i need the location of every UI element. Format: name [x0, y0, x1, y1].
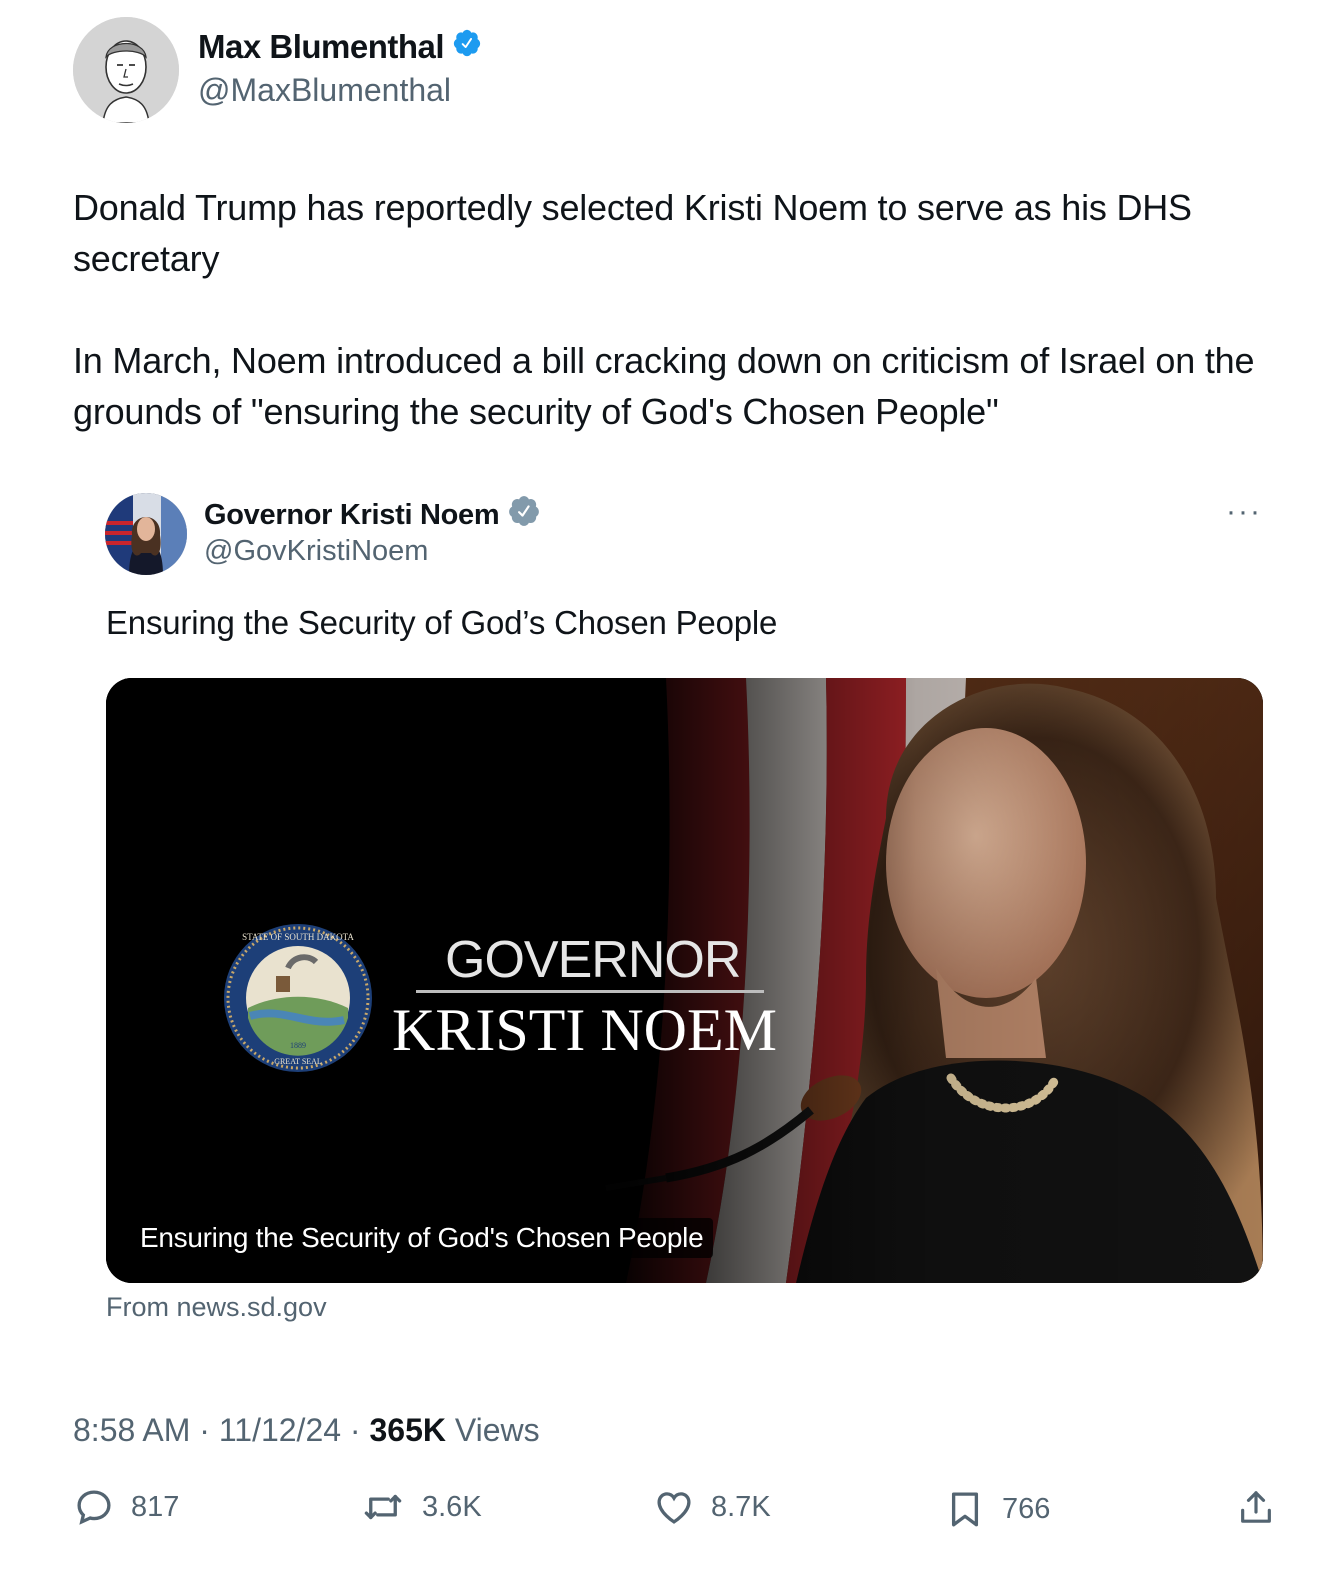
repost-button[interactable]: 3.6K [360, 1486, 482, 1528]
quoted-author-handle[interactable]: @GovKristiNoem [204, 535, 428, 568]
meta-separator: · [199, 1412, 210, 1448]
bookmark-button[interactable]: 766 [944, 1486, 1050, 1532]
seal-bottom-text: GREAT SEAL [274, 1057, 322, 1066]
views-label: Views [454, 1412, 540, 1448]
government-badge-icon [507, 494, 541, 536]
media-title-name: KRISTI NOEM [392, 997, 777, 1063]
reply-count: 817 [131, 1490, 180, 1523]
seal-top-text: STATE OF SOUTH DAKOTA [242, 932, 354, 942]
media-title-divider [416, 990, 764, 993]
tweet-meta: 8:58 AM · 11/12/24 · 365K Views [73, 1412, 540, 1449]
bookmark-count: 766 [1002, 1492, 1051, 1525]
like-button[interactable]: 8.7K [653, 1486, 771, 1528]
author-handle[interactable]: @MaxBlumenthal [198, 72, 451, 109]
heart-icon [653, 1486, 695, 1528]
author-name-row[interactable]: Max Blumenthal [198, 28, 482, 66]
quoted-author-name[interactable]: Governor Kristi Noem [204, 499, 500, 532]
more-options-icon[interactable]: ··· [1226, 495, 1262, 529]
author-name[interactable]: Max Blumenthal [198, 28, 445, 66]
quoted-author-avatar[interactable] [105, 493, 187, 575]
bookmark-icon [944, 1486, 986, 1532]
link-source[interactable]: From news.sd.gov [106, 1292, 327, 1323]
tweet-text: Donald Trump has reportedly selected Kri… [73, 187, 1255, 432]
seal-year-text: 1889 [290, 1041, 306, 1050]
author-avatar[interactable] [73, 17, 179, 123]
quoted-author-name-row[interactable]: Governor Kristi Noem [204, 494, 541, 536]
views-count: 365K [369, 1412, 446, 1448]
media-title-top: GOVERNOR [445, 931, 741, 989]
meta-separator: · [349, 1412, 361, 1448]
repost-icon [360, 1486, 406, 1528]
reply-icon [73, 1486, 115, 1528]
share-button[interactable] [1236, 1486, 1276, 1528]
tweet-date[interactable]: 11/12/24 [219, 1412, 341, 1448]
link-card-caption: Ensuring the Security of God's Chosen Pe… [130, 1218, 714, 1258]
verified-badge-icon [452, 28, 482, 66]
like-count: 8.7K [711, 1490, 771, 1523]
share-icon [1236, 1486, 1276, 1528]
quoted-tweet-text: Ensuring the Security of God’s Chosen Pe… [106, 604, 778, 641]
tweet-time[interactable]: 8:58 AM [73, 1412, 190, 1448]
reply-button[interactable]: 817 [73, 1486, 179, 1528]
repost-count: 3.6K [422, 1490, 482, 1523]
